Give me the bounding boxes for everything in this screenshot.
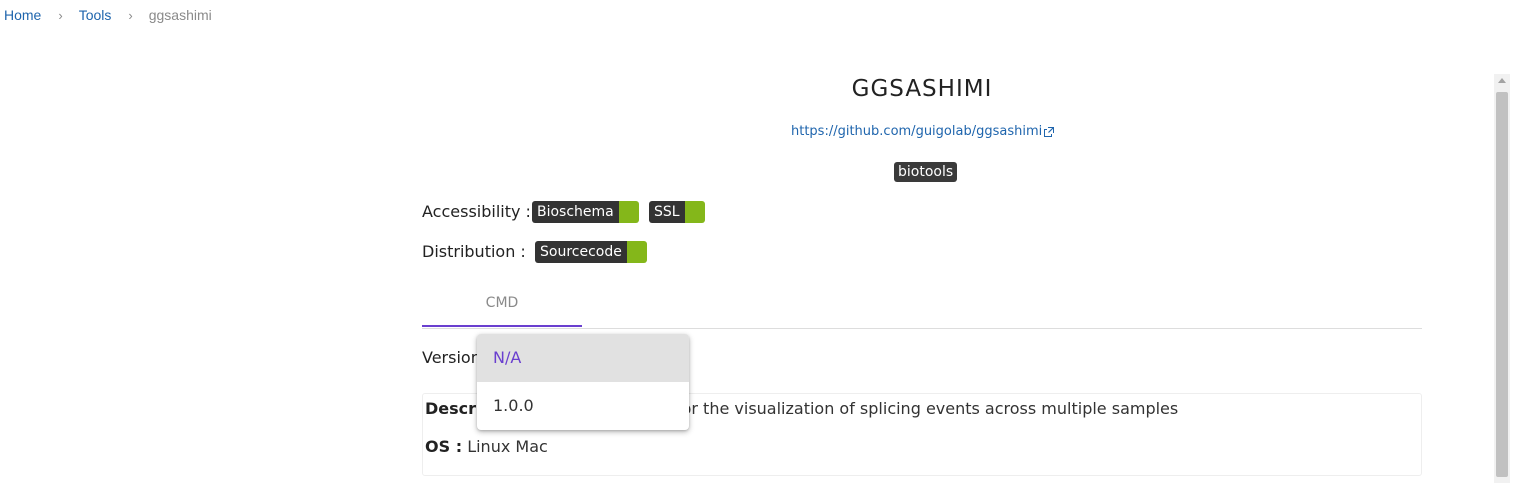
version-option-na[interactable]: N/A [477, 334, 689, 382]
badge-label: Sourcecode [535, 241, 627, 263]
tool-title: GGSASHIMI [851, 76, 993, 102]
badge-label: Bioschema [532, 201, 619, 223]
breadcrumb-current: ggsashimi [148, 7, 212, 23]
tool-url-link[interactable]: https://github.com/guigolab/ggsashimi [791, 124, 1055, 139]
badge-ssl: SSL [649, 201, 705, 223]
tab-active-indicator [422, 325, 582, 327]
chevron-right-icon: › [128, 7, 133, 23]
status-indicator [618, 201, 639, 223]
badge-sourcecode: Sourcecode [535, 241, 647, 263]
tab-divider [422, 328, 1422, 329]
badge-bioschema: Bioschema [532, 201, 639, 223]
status-indicator [684, 201, 705, 223]
tool-url-text: https://github.com/guigolab/ggsashimi [791, 124, 1043, 139]
os-line: OS : Linux Mac [425, 436, 548, 458]
accessibility-label: Accessibility : [422, 202, 531, 221]
source-tag-biotools: biotools [894, 162, 958, 182]
version-option-1-0-0[interactable]: 1.0.0 [477, 382, 689, 430]
description-text: for the visualization of splicing events… [675, 399, 1179, 418]
os-value: Linux Mac [467, 437, 548, 456]
external-link-icon [1044, 126, 1055, 137]
version-label: Version [422, 348, 481, 367]
panel-scrollbar[interactable] [1494, 74, 1510, 483]
chevron-right-icon: › [58, 7, 63, 23]
os-label: OS : [425, 437, 463, 456]
breadcrumb: Home › Tools › ggsashimi [4, 5, 212, 25]
breadcrumb-home-link[interactable]: Home [4, 7, 41, 23]
scrollbar-thumb[interactable] [1496, 92, 1508, 477]
breadcrumb-tools-link[interactable]: Tools [79, 7, 112, 23]
tab-cmd[interactable]: CMD [422, 287, 582, 327]
version-dropdown-menu: N/A 1.0.0 [477, 334, 689, 430]
badge-label: SSL [649, 201, 685, 223]
scroll-up-arrow-icon[interactable] [1498, 78, 1506, 83]
status-indicator [626, 241, 647, 263]
distribution-label: Distribution : [422, 242, 526, 261]
